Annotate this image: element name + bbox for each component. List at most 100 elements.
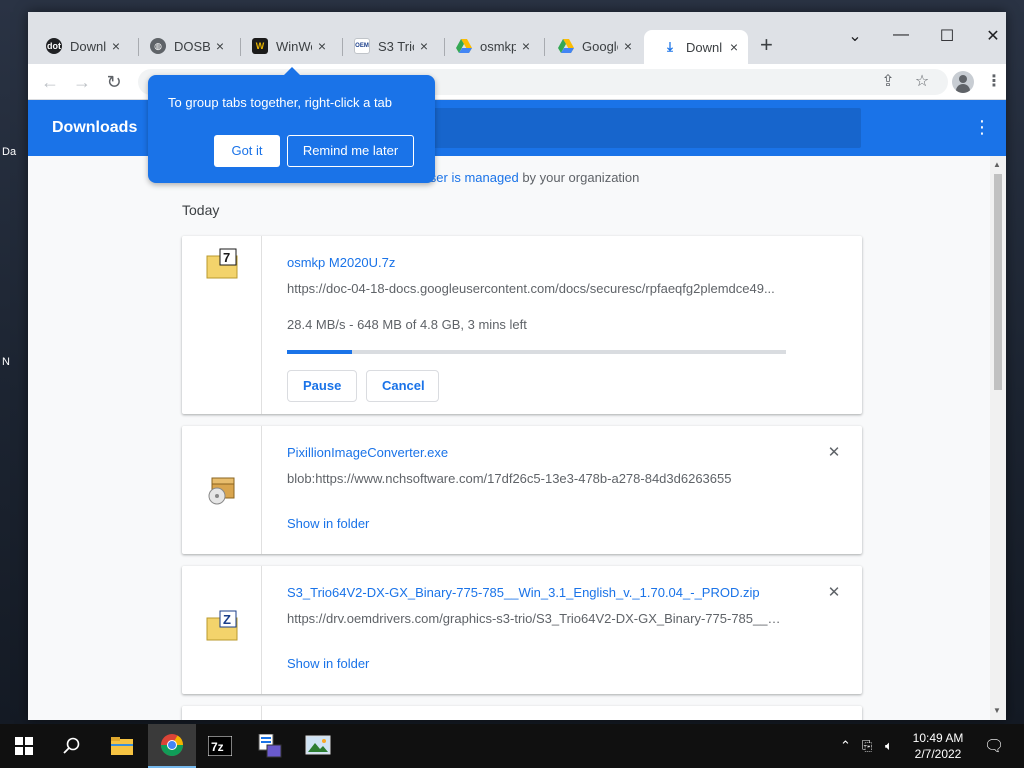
- close-icon[interactable]: ×: [726, 39, 742, 55]
- download-item: [182, 706, 862, 720]
- search-button[interactable]: [48, 724, 96, 768]
- back-button[interactable]: ←: [40, 72, 60, 92]
- managed-suffix: by your organization: [522, 170, 640, 185]
- search-icon: [63, 737, 80, 754]
- download-status: 28.4 MB/s - 648 MB of 4.8 GB, 3 mins lef…: [287, 317, 527, 332]
- tab-title: WinWorld: [276, 38, 312, 54]
- clock-date: 2/7/2022: [914, 747, 962, 761]
- scrollbar-thumb[interactable]: [994, 174, 1002, 390]
- tab-downloads-dot[interactable]: dot Downloads ×: [28, 32, 130, 60]
- installer-icon: [208, 477, 235, 505]
- tab-group-tip-bubble: To group tabs together, right-click a ta…: [148, 67, 435, 183]
- remove-from-list-icon[interactable]: ✕: [826, 585, 842, 601]
- close-icon[interactable]: ×: [518, 38, 534, 54]
- show-in-folder-link[interactable]: Show in folder: [287, 656, 369, 671]
- section-heading-today: Today: [182, 202, 220, 218]
- minimize-button[interactable]: —: [891, 26, 911, 44]
- file-explorer-button[interactable]: [98, 724, 146, 768]
- remove-from-list-icon[interactable]: ✕: [826, 445, 842, 461]
- icon-column: 7: [182, 236, 262, 414]
- new-tab-button[interactable]: +: [760, 34, 773, 56]
- close-icon[interactable]: ×: [416, 38, 432, 54]
- windows-start-icon: [15, 737, 33, 755]
- bookmark-star-icon[interactable]: ☆: [912, 72, 932, 92]
- tab-title: Google: [582, 38, 618, 54]
- start-button[interactable]: [0, 724, 48, 768]
- scroll-down-icon[interactable]: ▼: [993, 706, 1001, 715]
- file-url[interactable]: blob:https://www.nchsoftware.com/17df26c…: [287, 471, 787, 486]
- close-icon[interactable]: ×: [620, 38, 636, 54]
- icon-column: Z: [182, 566, 262, 694]
- winworld-favicon-icon: W: [252, 38, 268, 54]
- tab-title: osmkp: [480, 38, 516, 54]
- cancel-button[interactable]: Cancel: [366, 370, 439, 402]
- profile-avatar[interactable]: [952, 71, 974, 93]
- icon-column: [182, 706, 262, 720]
- maximize-button[interactable]: ☐: [937, 26, 957, 46]
- tab-strip: dot Downloads × ◍ DOSBox × W WinWorld × …: [28, 12, 1006, 64]
- volume-muted-icon[interactable]: 🔈︎: [885, 738, 893, 754]
- remind-me-later-button[interactable]: Remind me later: [287, 135, 414, 167]
- desktop-label-fragment: N: [2, 356, 10, 368]
- share-icon[interactable]: ⇪: [878, 72, 898, 92]
- tab-winworld[interactable]: W WinWorld ×: [234, 32, 336, 60]
- zip-archive-icon: Z: [206, 610, 238, 641]
- show-hidden-icons-icon[interactable]: ⌃: [840, 738, 851, 754]
- app-icon: [258, 734, 282, 758]
- system-clock[interactable]: 10:49 AM 2/7/2022: [900, 730, 976, 762]
- download-icon: ⤓: [667, 39, 673, 54]
- svg-text:Z: Z: [223, 612, 231, 627]
- google-drive-icon: [456, 38, 472, 54]
- oem-favicon-icon: OEM: [354, 38, 370, 54]
- tab-dosbox[interactable]: ◍ DOSBox ×: [132, 32, 234, 60]
- 7zip-icon: 7z: [208, 736, 232, 756]
- reload-button[interactable]: ↻: [104, 72, 124, 92]
- 7zip-taskbar-button[interactable]: 7z: [196, 724, 244, 768]
- scroll-up-icon[interactable]: ▲: [993, 160, 1001, 169]
- taskbar: 7z ⌃ ⎘ 🔈︎ 10:49 AM 2/7/2022 🗨︎: [0, 724, 1024, 768]
- tab-osmkp[interactable]: osmkp ×: [438, 32, 540, 60]
- download-item: PixillionImageConverter.exe blob:https:/…: [182, 426, 862, 554]
- show-in-folder-link[interactable]: Show in folder: [287, 516, 369, 531]
- close-icon[interactable]: ×: [314, 38, 330, 54]
- more-actions-icon[interactable]: ⋮: [972, 118, 992, 136]
- tab-title: S3 Trio: [378, 38, 414, 54]
- chrome-taskbar-button[interactable]: [148, 724, 196, 768]
- svg-text:7z: 7z: [211, 740, 224, 754]
- notifications-icon[interactable]: 🗨︎: [984, 736, 1004, 756]
- google-drive-icon: [558, 38, 574, 54]
- tip-message: To group tabs together, right-click a ta…: [168, 95, 393, 110]
- scrollbar[interactable]: ▲ ▼: [990, 156, 1006, 720]
- tab-downloads-active[interactable]: ⤓ Downloads ×: [644, 30, 748, 64]
- forward-button[interactable]: →: [72, 72, 92, 92]
- close-window-button[interactable]: ✕: [983, 26, 1003, 46]
- tab-title: DOSBox: [174, 38, 210, 54]
- pause-button[interactable]: Pause: [287, 370, 357, 402]
- file-explorer-icon: [111, 737, 133, 755]
- file-url[interactable]: https://doc-04-18-docs.googleusercontent…: [287, 281, 787, 296]
- svg-text:7: 7: [223, 250, 230, 265]
- file-name-link[interactable]: osmkp M2020U.7z: [287, 255, 395, 270]
- file-name-link[interactable]: S3_Trio64V2-DX-GX_Binary-775-785__Win_3.…: [287, 585, 760, 600]
- tab-title: Downloads: [686, 39, 722, 55]
- network-icon[interactable]: ⎘: [862, 738, 872, 754]
- image-app-taskbar-button[interactable]: [294, 724, 342, 768]
- tab-s3-trio[interactable]: OEM S3 Trio ×: [336, 32, 438, 60]
- page-title: Downloads: [52, 119, 138, 136]
- got-it-button[interactable]: Got it: [214, 135, 280, 167]
- tab-google[interactable]: Google ×: [540, 32, 642, 60]
- download-item: 7 osmkp M2020U.7z https://doc-04-18-docs…: [182, 236, 862, 414]
- globe-icon: ◍: [150, 38, 166, 54]
- chrome-icon: [161, 734, 183, 756]
- file-url[interactable]: https://drv.oemdrivers.com/graphics-s3-t…: [287, 611, 787, 626]
- close-icon[interactable]: ×: [212, 38, 228, 54]
- app-taskbar-button[interactable]: [246, 724, 294, 768]
- image-app-icon: [305, 735, 331, 755]
- tab-search-button[interactable]: ⌄: [845, 26, 865, 46]
- file-name-link[interactable]: PixillionImageConverter.exe: [287, 445, 448, 460]
- tab-title: Downloads: [70, 38, 106, 54]
- download-item: Z S3_Trio64V2-DX-GX_Binary-775-785__Win_…: [182, 566, 862, 694]
- 7z-archive-icon: 7: [206, 248, 238, 279]
- chrome-menu-icon[interactable]: ⋮: [984, 72, 1004, 92]
- close-icon[interactable]: ×: [108, 38, 124, 54]
